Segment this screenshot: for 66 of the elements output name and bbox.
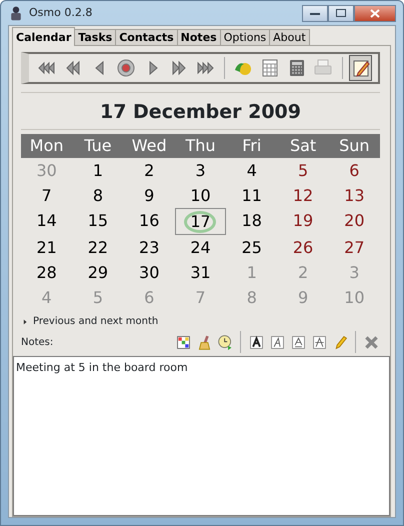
tab[interactable]: Contacts [115, 29, 178, 46]
weekday-header: Sun [328, 134, 380, 158]
date-heading: 17 December 2009 [21, 92, 380, 124]
italic-icon[interactable] [268, 334, 286, 350]
day-cell[interactable]: 9 [124, 183, 175, 208]
notes-label: Notes: [21, 336, 54, 350]
weekday-header: Fri [226, 134, 278, 158]
day-cell[interactable]: 22 [72, 235, 124, 260]
day-cell[interactable]: 17 [174, 208, 226, 235]
weekday-header: Mon [21, 134, 72, 158]
tab[interactable]: About [269, 29, 310, 46]
day-cell[interactable]: 3 [174, 158, 226, 183]
target-icon[interactable] [116, 58, 136, 78]
day-cell[interactable]: 25 [226, 235, 278, 260]
close-button[interactable] [354, 4, 396, 22]
maximize-icon[interactable] [336, 9, 346, 17]
day-cell[interactable]: 14 [21, 208, 72, 235]
day-cell[interactable]: 10 [174, 183, 226, 208]
app-icon [8, 5, 24, 21]
day-cell[interactable]: 18 [226, 208, 278, 235]
bold-icon[interactable] [248, 334, 264, 350]
expander-label[interactable]: Previous and next month [33, 314, 158, 329]
day-cell[interactable]: 1 [72, 158, 124, 183]
day-cell[interactable]: 5 [277, 158, 329, 183]
day-cell[interactable]: 27 [328, 235, 380, 260]
weekday-header: Thu [174, 134, 226, 158]
day-cell[interactable]: 26 [277, 235, 329, 260]
underline-icon[interactable] [290, 334, 306, 350]
day-cell[interactable]: 15 [72, 208, 124, 235]
strikethrough-icon[interactable] [310, 334, 328, 350]
weekday-header: Sat [277, 134, 329, 158]
day-cell[interactable]: 4 [226, 158, 278, 183]
weekday-header: Wed [124, 134, 175, 158]
day-cell[interactable]: 23 [124, 235, 175, 260]
color-grid-icon[interactable] [174, 334, 192, 350]
day-cell[interactable]: 2 [124, 158, 175, 183]
clear-icon[interactable] [362, 334, 380, 350]
day-cell[interactable]: 7 [21, 183, 72, 208]
window-title: Osmo 0.2.8 [29, 4, 92, 21]
clock-icon[interactable] [216, 334, 234, 350]
day-cell[interactable]: 8 [72, 183, 124, 208]
day-cell[interactable]: 13 [328, 183, 380, 208]
day-cell[interactable]: 21 [21, 235, 72, 260]
day-cell[interactable]: 24 [174, 235, 226, 260]
day-cell[interactable]: 6 [328, 158, 380, 183]
day-cell[interactable]: 19 [277, 208, 329, 235]
notes-text-area[interactable]: Meeting at 5 in the board room [13, 356, 390, 516]
day-cell[interactable]: 30 [124, 260, 175, 285]
day-cell[interactable]: 12 [277, 183, 329, 208]
day-cell[interactable]: 20 [328, 208, 380, 235]
tab[interactable]: Options [220, 29, 270, 46]
day-cell[interactable]: 11 [226, 183, 278, 208]
tab[interactable]: Notes [176, 29, 221, 46]
weekday-header: Tue [72, 134, 124, 158]
minimize-button[interactable] [302, 4, 328, 22]
minimize-icon[interactable] [310, 10, 320, 16]
day-cell[interactable]: 28 [21, 260, 72, 285]
tab[interactable]: Tasks [74, 29, 116, 46]
close-icon[interactable] [370, 8, 380, 18]
tab[interactable]: Calendar [12, 27, 76, 46]
expander-arrow-icon[interactable] [21, 318, 29, 326]
maximize-button[interactable] [328, 4, 354, 22]
calendar-icon[interactable] [260, 58, 280, 78]
day-cell[interactable]: 29 [72, 260, 124, 285]
day-cell[interactable]: 31 [174, 260, 226, 285]
day-cell[interactable]: 16 [124, 208, 175, 235]
